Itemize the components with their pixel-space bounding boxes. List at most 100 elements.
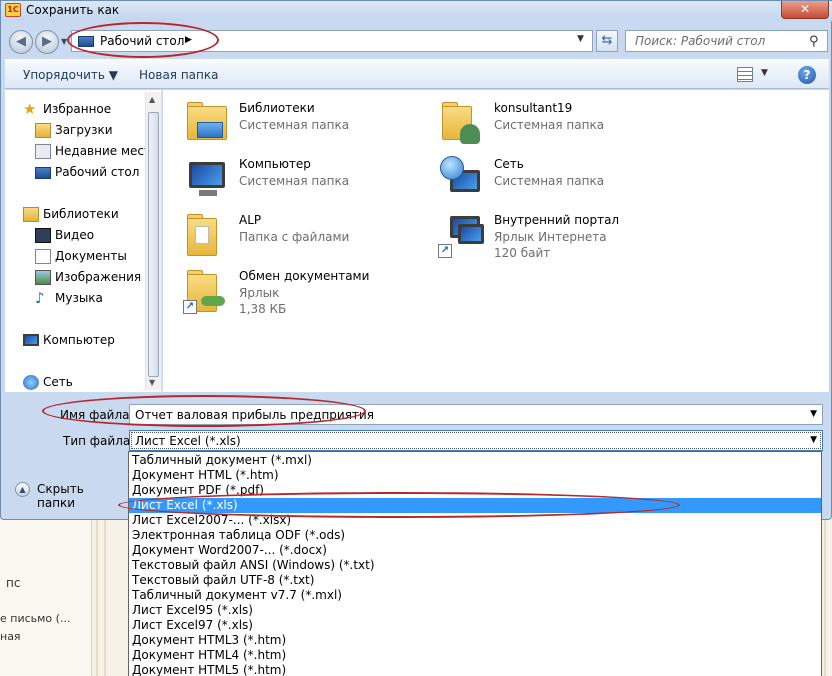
filetype-select[interactable]: Лист Excel (*.xls) ▼ (129, 430, 823, 451)
file-item-internal-portal[interactable]: ↗ Внутренний портал Ярлык Интернета 120 … (438, 210, 678, 262)
shortcut-arrow-icon: ↗ (438, 244, 452, 258)
file-name: Внутренний портал (494, 213, 620, 227)
file-item-alp[interactable]: ALP Папка с файлами (183, 210, 423, 262)
change-view-icon[interactable] (737, 67, 753, 82)
nav-desktop-label: Рабочий стол (55, 165, 140, 179)
internet-shortcut-icon: ↗ (438, 210, 486, 258)
file-type: Папка с файлами (239, 230, 350, 244)
filetype-option[interactable]: Документ Word2007-... (*.docx) (129, 543, 821, 558)
organize-button[interactable]: Упорядочить ▼ (23, 68, 118, 82)
filetype-option[interactable]: Документ HTML5 (*.htm) (129, 663, 821, 676)
nav-libraries-label: Библиотеки (43, 207, 119, 221)
video-icon (35, 228, 51, 243)
file-type: Системная папка (494, 118, 605, 132)
filetype-option[interactable]: Документ HTML3 (*.htm) (129, 633, 821, 648)
back-button[interactable]: ◀ (9, 30, 33, 54)
help-icon[interactable]: ? (798, 66, 816, 84)
file-type: Системная папка (239, 174, 350, 188)
documents-icon (35, 249, 51, 264)
chevron-up-icon: ▲ (15, 482, 30, 497)
save-as-dialog: 1С Сохранить как ✕ ◀ ▶ ▼ Рабочий стол ▶ … (0, 0, 832, 520)
libraries-folder-icon (183, 98, 231, 146)
nav-scrollbar[interactable]: ▲ ▼ (145, 92, 161, 390)
view-dropdown-icon[interactable]: ▼ (761, 68, 768, 78)
filename-dropdown-icon[interactable]: ▼ (810, 409, 817, 419)
nav-downloads-label: Загрузки (55, 123, 113, 137)
navigation-pane: ★ Избранное Загрузки Недавние места Рабо… (5, 90, 162, 392)
refresh-button[interactable]: ⇆ (596, 30, 618, 52)
filetype-option[interactable]: Табличный документ v7.7 (*.mxl) (129, 588, 821, 603)
music-icon: ♪ (35, 289, 45, 307)
search-input[interactable]: Поиск: Рабочий стол ⚲ (625, 30, 828, 52)
recent-places-icon (35, 144, 51, 159)
command-bar: Упорядочить ▼ Новая папка ▼ ? (5, 59, 829, 89)
filetype-dropdown-icon[interactable]: ▼ (810, 435, 817, 445)
file-type: Ярлык (239, 286, 280, 300)
filetype-option[interactable]: Лист Excel97 (*.xls) (129, 618, 821, 633)
scroll-down-icon[interactable]: ▼ (149, 378, 155, 387)
filetype-option[interactable]: Лист Excel95 (*.xls) (129, 603, 821, 618)
file-type: Системная папка (239, 118, 350, 132)
nav-recent-label: Недавние места (55, 144, 159, 158)
file-item-libraries[interactable]: Библиотеки Системная папка (183, 98, 423, 150)
network-icon (23, 375, 39, 390)
file-name: ALP (239, 213, 262, 227)
file-type: Ярлык Интернета (494, 230, 607, 244)
background-panel (0, 520, 92, 676)
file-name: Обмен документами (239, 269, 370, 283)
file-item-konsultant19[interactable]: konsultant19 Системная папка (438, 98, 678, 150)
search-placeholder: Поиск: Рабочий стол (635, 34, 766, 48)
background-text: ная (0, 630, 21, 643)
background-text: е письмо (... (0, 612, 71, 625)
scroll-up-icon[interactable]: ▲ (149, 95, 155, 104)
network-icon (438, 154, 486, 202)
file-item-computer[interactable]: Компьютер Системная папка (183, 154, 423, 206)
computer-icon (23, 334, 39, 346)
nav-favorites-label: Избранное (43, 102, 112, 116)
annotation-oval-filename (42, 395, 366, 427)
hide-folders-button[interactable]: ▲ Скрыть папки (15, 481, 125, 510)
close-button[interactable]: ✕ (781, 1, 829, 19)
filetype-option[interactable]: Документ HTML4 (*.htm) (129, 648, 821, 663)
filetype-option[interactable]: Текстовый файл ANSI (Windows) (*.txt) (129, 558, 821, 573)
libraries-icon (23, 207, 39, 222)
background-stripe (824, 520, 826, 676)
nav-video-label: Видео (55, 228, 95, 242)
shortcut-arrow-icon: ↗ (183, 300, 197, 314)
file-size: 120 байт (494, 246, 551, 260)
file-name: konsultant19 (494, 101, 573, 115)
file-item-document-exchange[interactable]: ↗ Обмен документами Ярлык 1,38 КБ (183, 266, 423, 318)
address-dropdown-icon[interactable]: ▼ (577, 34, 584, 44)
filetype-option[interactable]: Табличный документ (*.mxl) (129, 453, 821, 468)
downloads-folder-icon (35, 123, 51, 138)
nav-music-label: Музыка (55, 291, 103, 305)
file-name: Компьютер (239, 157, 311, 171)
background-text: пс (6, 576, 21, 590)
annotation-oval-address (67, 22, 219, 58)
app-1c-icon: 1С (5, 3, 21, 17)
hide-folders-label: Скрыть папки (37, 482, 84, 510)
folder-icon (183, 210, 231, 258)
new-folder-button[interactable]: Новая папка (139, 68, 218, 82)
scroll-thumb[interactable] (148, 112, 159, 377)
filetype-dropdown-list[interactable]: Табличный документ (*.mxl) Документ HTML … (128, 451, 822, 676)
star-icon: ★ (23, 100, 37, 118)
window-title: Сохранить как (26, 3, 120, 17)
filetype-option[interactable]: Текстовый файл UTF-8 (*.txt) (129, 573, 821, 588)
file-item-network[interactable]: Сеть Системная папка (438, 154, 678, 206)
forward-button[interactable]: ▶ (35, 30, 59, 54)
file-name: Сеть (494, 157, 524, 171)
file-size: 1,38 КБ (239, 302, 287, 316)
search-icon[interactable]: ⚲ (809, 34, 819, 49)
filetype-option[interactable]: Электронная таблица ODF (*.ods) (129, 528, 821, 543)
title-bar: 1С Сохранить как ✕ (1, 1, 832, 21)
computer-icon (183, 154, 231, 202)
file-type: Системная папка (494, 174, 605, 188)
annotation-oval-filetype (118, 492, 680, 518)
filetype-label: Тип файла: (63, 434, 135, 448)
nav-images-label: Изображения (55, 270, 142, 284)
filetype-option[interactable]: Документ HTML (*.htm) (129, 468, 821, 483)
images-icon (35, 270, 51, 285)
filetype-value[interactable]: Лист Excel (*.xls) (135, 434, 241, 448)
nav-network-label: Сеть (43, 375, 73, 389)
